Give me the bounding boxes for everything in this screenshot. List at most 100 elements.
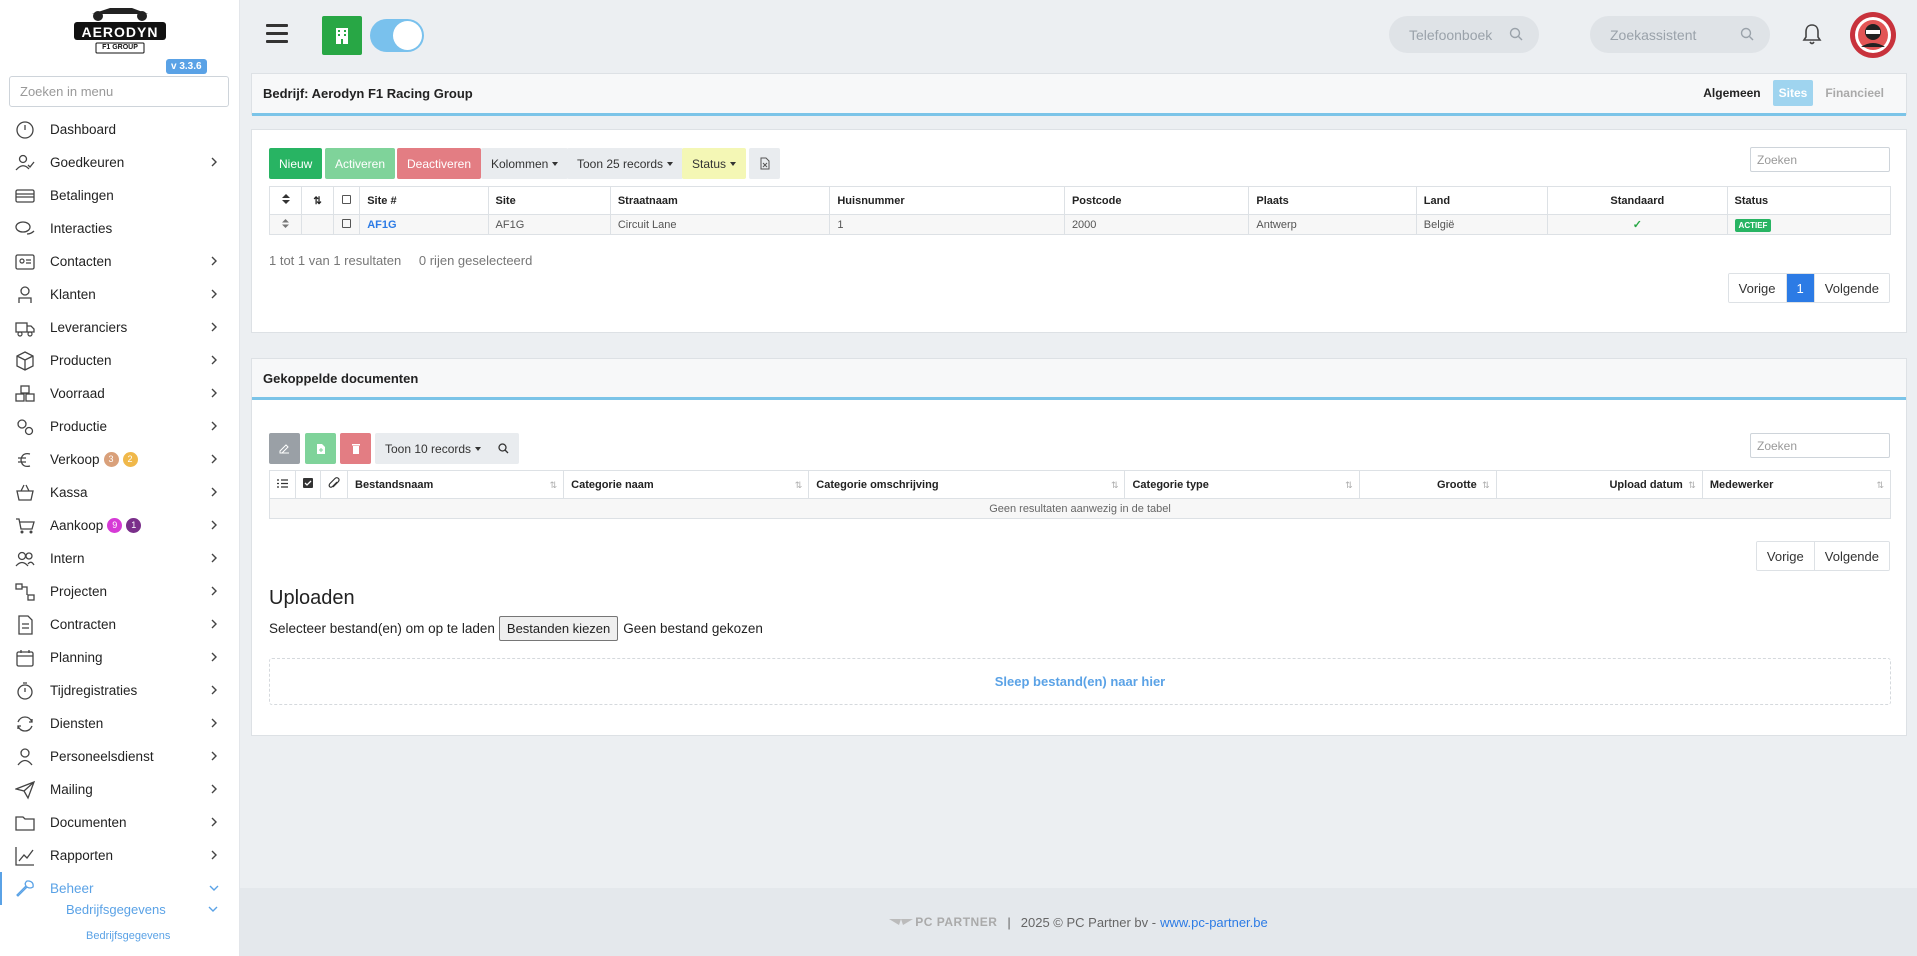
column-header[interactable]: Huisnummer (829, 186, 1065, 215)
column-header[interactable]: Land (1415, 186, 1549, 215)
export-excel-button[interactable] (749, 148, 780, 179)
chevron-right-icon (211, 685, 217, 695)
sidebar-item-leveranciers[interactable]: Leveranciers (0, 311, 239, 344)
sidebar-subitem-bedrijfsgegevens[interactable]: Bedrijfsgegevens (66, 902, 218, 917)
checkbox-checked-icon[interactable] (303, 478, 314, 488)
row-checkbox-cell[interactable] (333, 214, 361, 235)
site-number-link[interactable]: AF1G (359, 214, 489, 235)
sidebar-item-voorraad[interactable]: Voorraad (0, 377, 239, 410)
edit-document-button[interactable] (269, 433, 300, 464)
hamburger-menu-icon[interactable] (266, 24, 288, 44)
sidebar-item-producten[interactable]: Producten (0, 344, 239, 377)
notification-bell-icon[interactable] (1802, 23, 1822, 45)
sites-result-count: 1 tot 1 van 1 resultaten (269, 253, 402, 268)
column-header[interactable]: Upload datum ⇅ (1495, 470, 1703, 499)
documents-show-records-dropdown[interactable]: Toon 10 records (375, 433, 492, 464)
choose-files-button[interactable]: Bestanden kiezen (498, 616, 619, 641)
sidebar-item-rapporten[interactable]: Rapporten (0, 839, 239, 872)
column-header[interactable]: Standaard (1547, 186, 1728, 215)
column-header[interactable]: Status (1726, 186, 1892, 215)
column-header[interactable]: Plaats (1248, 186, 1417, 215)
sidebar-item-betalingen[interactable]: Betalingen (0, 179, 239, 212)
select-all-checkbox[interactable] (342, 194, 352, 204)
drag-handle[interactable] (268, 214, 303, 235)
sidebar-item-planning[interactable]: Planning (0, 641, 239, 674)
tab-financieel[interactable]: Financieel (1819, 80, 1890, 106)
tab-algemeen[interactable]: Algemeen (1697, 80, 1766, 106)
timer-icon (15, 681, 35, 701)
table-row[interactable]: AF1G AF1G Circuit Lane 1 2000 Antwerp België ✓ A… (268, 214, 1892, 235)
status-dropdown[interactable]: Status (682, 148, 747, 179)
column-header[interactable]: Postcode (1063, 186, 1250, 215)
assistant-placeholder: Zoekassistent (1610, 26, 1697, 43)
sidebar-item-contacten[interactable]: Contacten (0, 245, 239, 278)
search-icon (498, 443, 509, 454)
footer-link[interactable]: www.pc-partner.be (1160, 915, 1268, 930)
sidebar-item-verkoop[interactable]: Verkoop 3 2 (0, 443, 239, 476)
refresh-icon (15, 714, 35, 734)
sidebar-item-documenten[interactable]: Documenten (0, 806, 239, 839)
show-records-dropdown[interactable]: Toon 25 records (567, 148, 684, 179)
sidebar-item-personeelsdienst[interactable]: Personeelsdienst (0, 740, 239, 773)
no-file-text: Geen bestand gekozen (623, 621, 763, 636)
column-header[interactable]: Categorie omschrijving ⇅ (808, 470, 1126, 499)
deactivate-button[interactable]: Deactiveren (397, 148, 482, 179)
phonebook-search[interactable]: Telefoonboek (1389, 16, 1539, 53)
drag-handle-icon (282, 218, 290, 228)
column-header[interactable]: Grootte ⇅ (1358, 470, 1497, 499)
delete-document-button[interactable] (340, 433, 371, 464)
tab-sites[interactable]: Sites (1772, 80, 1814, 106)
sites-search-input[interactable] (1750, 147, 1890, 172)
sidebar-item-aankoop[interactable]: Aankoop 9 1 (0, 509, 239, 542)
documents-search-input[interactable] (1750, 433, 1890, 458)
sidebar-item-beheer[interactable]: Beheer (0, 872, 239, 905)
reorder-header[interactable] (268, 186, 303, 215)
pc-partner-logo: PC PARTNER (889, 915, 997, 929)
column-label: Medewerker (1709, 478, 1774, 491)
column-header[interactable]: Site (487, 186, 611, 215)
row-checkbox[interactable] (342, 218, 352, 228)
sidebar-item-klanten[interactable]: Klanten (0, 278, 239, 311)
column-header[interactable]: Site # (359, 186, 489, 215)
add-document-button[interactable] (305, 433, 336, 464)
sidebar-item-projecten[interactable]: Projecten (0, 575, 239, 608)
activate-button[interactable]: Activeren (325, 148, 396, 179)
previous-page-button[interactable]: Vorige (1728, 274, 1787, 302)
sidebar-item-contracten[interactable]: Contracten (0, 608, 239, 641)
company-button[interactable] (322, 16, 362, 55)
sidebar-subsubitem-bedrijfsgegevens[interactable]: Bedrijfsgegevens (86, 930, 170, 942)
documents-previous-button[interactable]: Vorige (1756, 542, 1815, 570)
select-all-header[interactable] (333, 186, 361, 215)
assistant-search[interactable]: Zoekassistent (1590, 16, 1770, 53)
menu-search-input[interactable] (9, 76, 229, 107)
sort-order-header[interactable]: ⇅ (301, 186, 335, 215)
company-logo[interactable]: AERODYN F1 GROUP (70, 2, 170, 56)
file-dropzone[interactable]: Sleep bestand(en) naar hier (269, 658, 1891, 705)
next-page-button[interactable]: Volgende (1814, 274, 1889, 302)
sidebar-item-intern[interactable]: Intern (0, 542, 239, 575)
sidebar-item-diensten[interactable]: Diensten (0, 707, 239, 740)
sidebar-item-interacties[interactable]: Interacties (0, 212, 239, 245)
count-badge: 9 (107, 518, 123, 533)
mode-toggle[interactable] (370, 19, 424, 52)
sidebar-item-dashboard[interactable]: Dashboard (0, 113, 239, 146)
new-button[interactable]: Nieuw (269, 148, 323, 179)
checkbox-header[interactable] (295, 470, 322, 499)
sidebar-item-productie[interactable]: Productie (0, 410, 239, 443)
sidebar-item-kassa[interactable]: Kassa (0, 476, 239, 509)
column-header[interactable]: Straatnaam (609, 186, 831, 215)
page-1-button[interactable]: 1 (1786, 274, 1815, 302)
column-header[interactable]: Categorie naam ⇅ (563, 470, 810, 499)
boxes-icon (15, 384, 35, 404)
column-header[interactable]: Medewerker ⇅ (1701, 470, 1892, 499)
sidebar-item-mailing[interactable]: Mailing (0, 773, 239, 806)
documents-search-button[interactable] (488, 433, 519, 464)
sidebar-item-tijdregistraties[interactable]: Tijdregistraties (0, 674, 239, 707)
column-header[interactable]: Categorie type ⇅ (1124, 470, 1360, 499)
columns-dropdown[interactable]: Kolommen (481, 148, 569, 179)
column-header[interactable]: Bestandsnaam ⇅ (347, 470, 565, 499)
building-icon (336, 27, 348, 44)
sidebar-item-goedkeuren[interactable]: Goedkeuren (0, 146, 239, 179)
user-avatar[interactable] (1850, 12, 1896, 58)
documents-next-button[interactable]: Volgende (1814, 542, 1889, 570)
